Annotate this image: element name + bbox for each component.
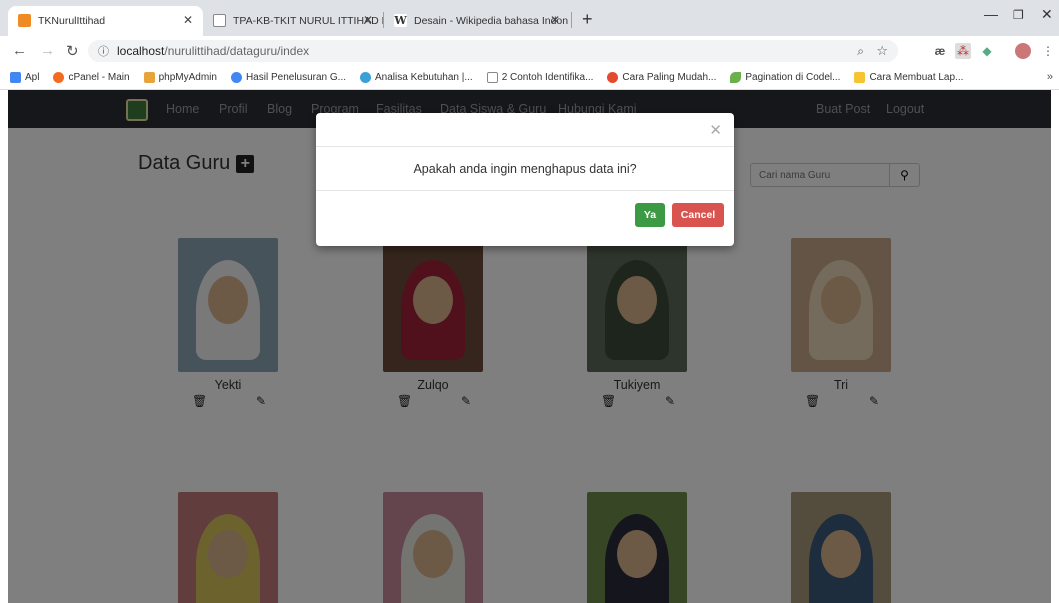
back-icon[interactable]: ← <box>12 42 27 59</box>
extension-icon[interactable]: ◆ <box>979 43 995 59</box>
url-host: localhost <box>117 44 165 58</box>
confirm-delete-modal: ✕ Apakah anda ingin menghapus data ini? … <box>316 113 734 246</box>
cpanel-icon <box>53 72 65 83</box>
modal-header: ✕ <box>316 113 734 147</box>
modal-footer: Ya Cancel <box>316 191 734 245</box>
address-bar: ← → ↻ ⓘ localhost/nurulittihad/dataguru/… <box>0 36 1059 66</box>
site-icon <box>854 72 866 83</box>
close-tab-icon[interactable]: ✕ <box>183 13 193 27</box>
bookmark-item[interactable]: cPanel - Main <box>53 72 130 83</box>
bookmark-item[interactable]: 2 Contoh Identifika... <box>486 72 593 83</box>
close-window-icon[interactable]: ✕ <box>1041 6 1053 23</box>
new-tab-icon[interactable]: + <box>582 9 593 30</box>
bookmark-item[interactable]: Hasil Penelusuran G... <box>230 72 346 83</box>
bookmark-item[interactable]: Analisa Kebutuhan |... <box>360 72 473 83</box>
tab-title: TPA-KB-TKIT NURUL ITTIHAD Ma <box>233 15 383 27</box>
web-page: Home Profil Blog Program Fasilitas Data … <box>8 90 1051 603</box>
forward-icon[interactable]: → <box>40 42 55 59</box>
zoom-icon[interactable]: ⌕ <box>857 44 864 59</box>
restore-icon[interactable]: ❐ <box>1013 8 1024 22</box>
confirm-yes-button[interactable]: Ya <box>635 203 665 227</box>
ae-extension-icon[interactable]: æ <box>932 43 948 59</box>
profile-avatar-icon[interactable] <box>1015 43 1031 59</box>
site-icon <box>607 72 619 83</box>
page-icon <box>486 72 498 83</box>
site-favicon-icon <box>18 14 31 27</box>
tab-title: Desain - Wikipedia bahasa Indon <box>414 15 569 27</box>
page-icon <box>213 14 226 27</box>
browser-tab-active[interactable]: TKNurulIttihad ✕ <box>8 6 203 36</box>
menu-kebab-icon[interactable]: ⋮ <box>1040 43 1056 59</box>
more-bookmarks-icon[interactable]: » <box>1047 71 1053 83</box>
bookmark-item[interactable]: Apl <box>10 72 39 83</box>
leaf-icon <box>730 72 742 83</box>
bookmark-item[interactable]: Cara Membuat Lap... <box>854 72 963 83</box>
tab-title: TKNurulIttihad <box>38 15 106 27</box>
minimize-icon[interactable]: — <box>984 6 998 22</box>
close-tab-icon[interactable]: ✕ <box>550 13 560 27</box>
close-icon[interactable]: ✕ <box>709 121 722 139</box>
browser-tabstrip: TKNurulIttihad ✕ TPA-KB-TKIT NURUL ITTIH… <box>0 0 1059 36</box>
google-icon <box>230 72 242 83</box>
info-icon[interactable]: ⓘ <box>98 43 109 59</box>
url-path: /nurulittihad/dataguru/index <box>164 44 310 58</box>
cancel-button[interactable]: Cancel <box>672 203 724 227</box>
url-field[interactable]: ⓘ localhost/nurulittihad/dataguru/index … <box>88 40 898 62</box>
reload-icon[interactable]: ↻ <box>66 42 79 60</box>
phpmyadmin-icon <box>143 72 155 83</box>
bookmark-item[interactable]: Cara Paling Mudah... <box>607 72 716 83</box>
bookmark-item[interactable]: phpMyAdmin <box>143 72 217 83</box>
wikipedia-icon: W <box>394 14 407 27</box>
pdf-extension-icon[interactable]: ⁂ <box>955 43 971 59</box>
modal-message: Apakah anda ingin menghapus data ini? <box>316 147 734 191</box>
apps-grid-icon <box>10 72 21 83</box>
tab-separator <box>571 12 572 28</box>
bookmark-star-icon[interactable]: ☆ <box>876 43 888 59</box>
bookmarks-bar: Apl cPanel - Main phpMyAdmin Hasil Penel… <box>0 66 1059 90</box>
browser-tab[interactable]: TPA-KB-TKIT NURUL ITTIHAD Ma ✕ <box>203 6 383 36</box>
browser-tab[interactable]: W Desain - Wikipedia bahasa Indon ✕ <box>384 6 570 36</box>
bookmark-item[interactable]: Pagination di Codel... <box>730 72 840 83</box>
site-icon <box>360 72 372 83</box>
close-tab-icon[interactable]: ✕ <box>363 13 373 27</box>
